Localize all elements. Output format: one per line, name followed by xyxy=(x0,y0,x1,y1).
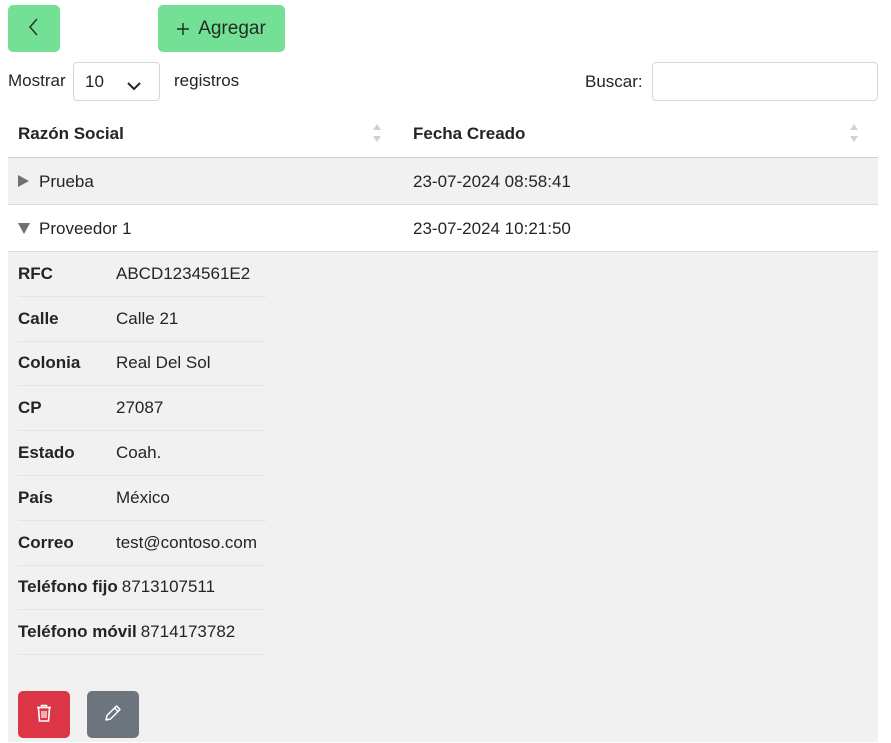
table-header: Razón Social Fecha Creado xyxy=(8,110,878,158)
detail-label: Colonia xyxy=(18,353,81,373)
detail-label: RFC xyxy=(18,263,53,283)
search-label: Buscar: xyxy=(585,72,643,91)
detail-item-correo: Correo test@contoso.com xyxy=(18,521,266,566)
column-header-fecha-creado[interactable]: Fecha Creado xyxy=(413,124,525,144)
fecha-creado-cell: 23-07-2024 10:21:50 xyxy=(413,219,571,238)
detail-item-telefono-fijo: Teléfono fijo 8713107511 xyxy=(18,566,266,611)
add-button[interactable]: Agregar xyxy=(158,5,285,52)
add-button-label: Agregar xyxy=(198,17,266,39)
detail-value: ABCD1234561E2 xyxy=(116,263,251,283)
delete-button[interactable] xyxy=(18,691,70,738)
detail-value: 8713107511 xyxy=(121,577,216,597)
detail-item-telefono-movil: Teléfono móvil 8714173782 xyxy=(18,610,266,656)
detail-label: Teléfono móvil xyxy=(18,622,137,642)
detail-item-estado: Estado Coah. xyxy=(18,431,266,476)
column-header-razon-social[interactable]: Razón Social xyxy=(18,124,124,144)
trash-icon xyxy=(35,703,53,726)
page-length-value: 10 xyxy=(85,71,104,91)
detail-value: México xyxy=(116,487,170,507)
search-input[interactable] xyxy=(652,62,878,101)
detail-item-rfc: RFC ABCD1234561E2 xyxy=(18,252,266,297)
detail-item-calle: Calle Calle 21 xyxy=(18,297,266,342)
razon-social-cell: Prueba xyxy=(39,172,94,191)
fecha-creado-cell: 23-07-2024 08:58:41 xyxy=(413,172,571,191)
page-length-select[interactable]: 10 xyxy=(73,62,160,101)
detail-item-pais: País México xyxy=(18,476,266,521)
sort-icon[interactable] xyxy=(372,122,382,149)
detail-item-colonia: Colonia Real Del Sol xyxy=(18,342,266,387)
length-prefix: Mostrar xyxy=(8,71,66,90)
detail-label: Teléfono fijo xyxy=(18,577,118,597)
suppliers-table: Razón Social Fecha Creado Prueba 23-07-2… xyxy=(8,110,878,742)
chevron-left-icon xyxy=(27,17,41,40)
detail-label: Correo xyxy=(18,532,74,552)
detail-label: País xyxy=(18,487,53,507)
table-row[interactable]: Prueba 23-07-2024 08:58:41 xyxy=(8,158,878,205)
pencil-icon xyxy=(103,703,123,726)
detail-value: Real Del Sol xyxy=(116,353,211,373)
detail-label: Estado xyxy=(18,443,75,463)
table-row[interactable]: Proveedor 1 23-07-2024 10:21:50 xyxy=(8,205,878,252)
edit-button[interactable] xyxy=(87,691,139,738)
detail-label: Calle xyxy=(18,308,59,328)
detail-value: test@contoso.com xyxy=(116,532,258,552)
expand-caret-down-icon[interactable] xyxy=(18,222,30,237)
back-button[interactable] xyxy=(8,5,60,52)
detail-list: RFC ABCD1234561E2 Calle Calle 21 Colonia… xyxy=(18,252,266,656)
chevron-down-icon xyxy=(127,76,141,96)
expand-caret-right-icon[interactable] xyxy=(18,175,29,190)
detail-label: CP xyxy=(18,398,42,418)
razon-social-cell: Proveedor 1 xyxy=(39,219,132,238)
detail-value: 27087 xyxy=(116,398,164,418)
detail-value: 8714173782 xyxy=(140,622,236,642)
length-suffix: registros xyxy=(174,71,240,90)
detail-value: Calle 21 xyxy=(116,308,179,328)
detail-item-cp: CP 27087 xyxy=(18,386,266,432)
sort-icon[interactable] xyxy=(849,122,859,149)
row-detail-panel: RFC ABCD1234561E2 Calle Calle 21 Colonia… xyxy=(8,252,878,742)
plus-icon xyxy=(177,19,190,39)
detail-value: Coah. xyxy=(116,443,162,463)
